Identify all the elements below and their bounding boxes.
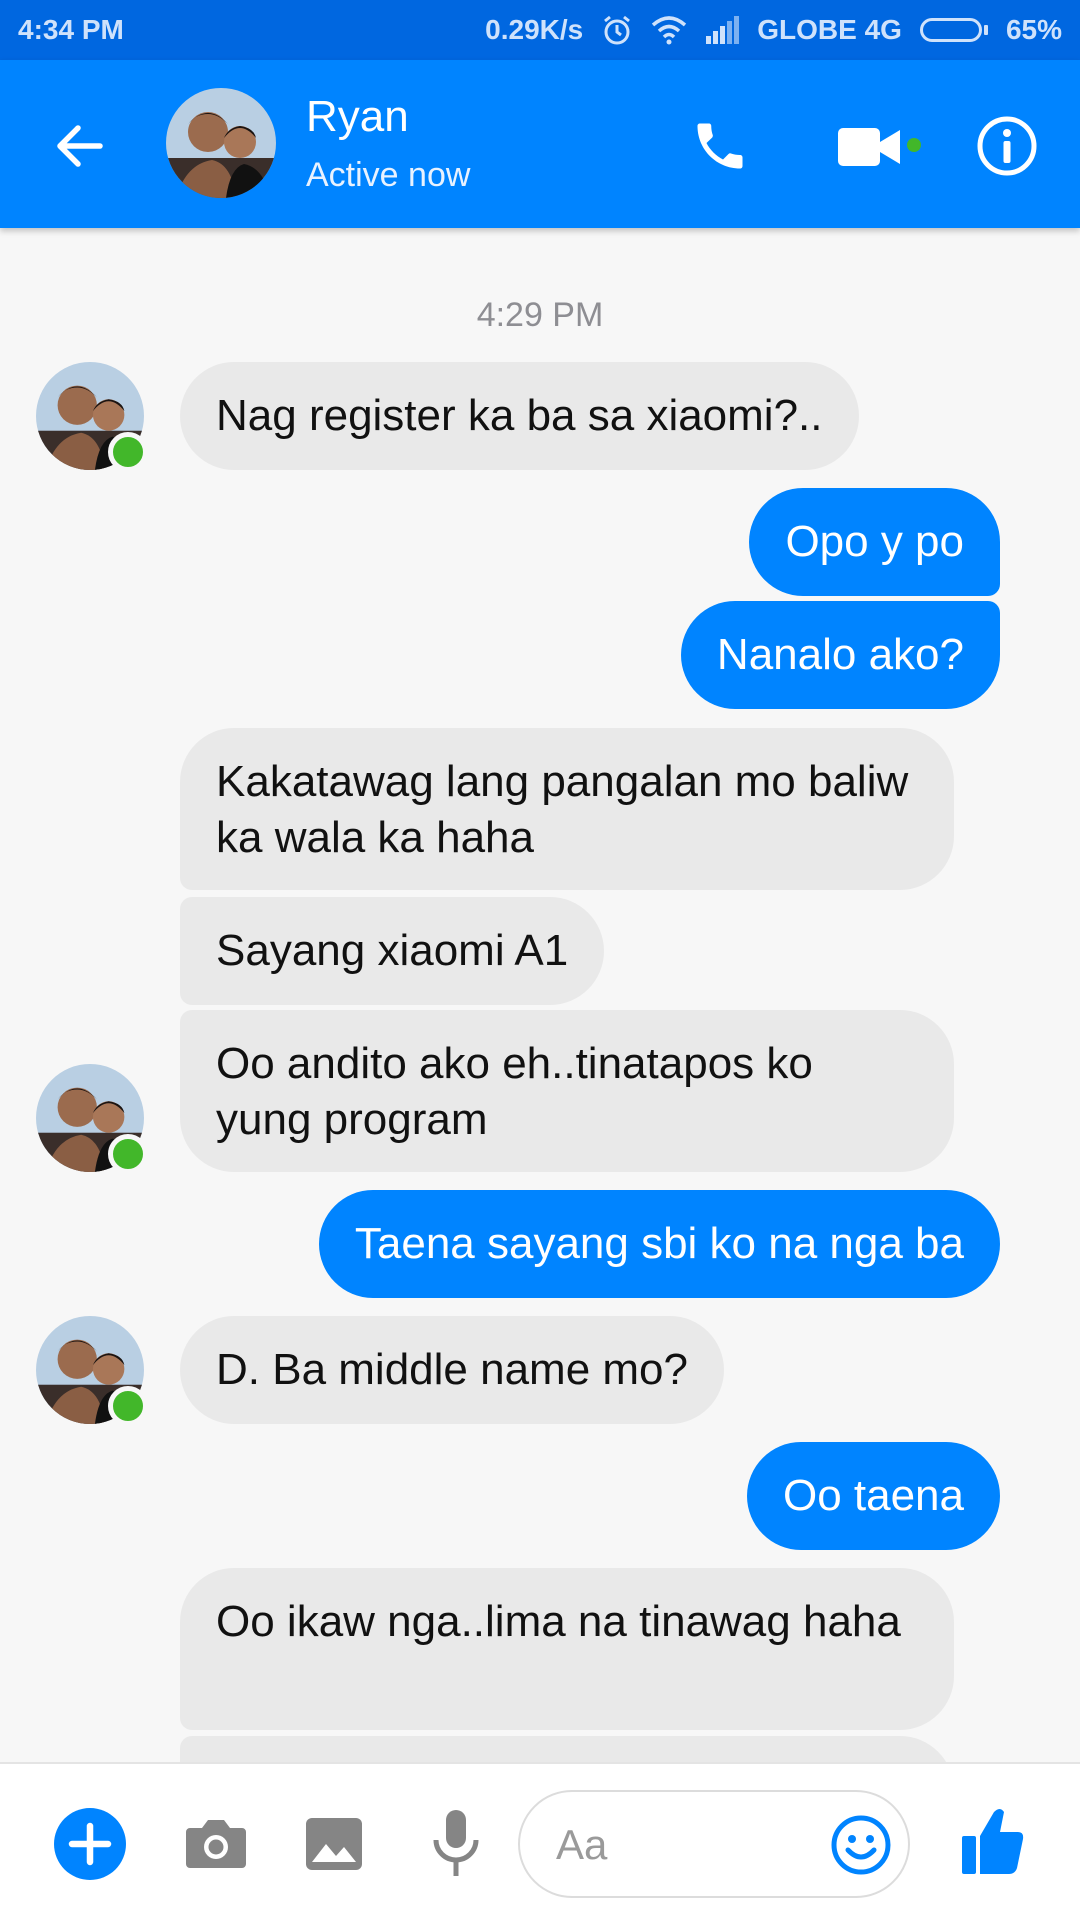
message-input-container[interactable] — [518, 1790, 910, 1898]
message-bubble-incoming[interactable]: Nag register ka ba sa xiaomi?.. — [180, 362, 859, 470]
message-bubble-incoming[interactable]: Sayang xiaomi A1 — [180, 897, 605, 1005]
sender-avatar[interactable] — [36, 1064, 148, 1174]
emoji-icon[interactable] — [830, 1814, 892, 1876]
status-indicators: 0.29K/s GLOBE 4G 65% — [467, 12, 1062, 48]
sender-avatar[interactable] — [36, 1316, 148, 1426]
info-icon[interactable] — [976, 115, 1038, 177]
status-time: 4:34 PM — [18, 14, 124, 45]
online-indicator — [108, 1134, 148, 1174]
message-bubble-incoming[interactable]: Kakatawag lang pangalan mo baliw ka wala… — [180, 728, 954, 890]
message-bubble-outgoing[interactable]: Taena sayang sbi ko na nga ba — [318, 1190, 1000, 1298]
message-timestamp: 4:29 PM — [476, 296, 604, 334]
message-bubble-incoming[interactable]: D. Ba middle name mo? — [180, 1316, 724, 1424]
message-bubble-outgoing[interactable]: Nanalo ako? — [680, 601, 1000, 709]
sender-avatar[interactable] — [36, 362, 148, 472]
back-arrow-icon[interactable] — [52, 118, 108, 174]
status-bar: 4:34 PM 0.29K/s GLOBE 4G 65% — [0, 0, 1080, 60]
network-speed: 0.29K/s — [485, 14, 584, 45]
signal-icon — [705, 16, 740, 44]
microphone-icon[interactable] — [432, 1808, 480, 1880]
contact-name[interactable]: Ryan — [306, 92, 409, 142]
message-composer — [0, 1762, 1080, 1922]
battery-icon — [919, 18, 988, 42]
online-indicator — [108, 1386, 148, 1426]
battery-percent: 65% — [1005, 14, 1062, 45]
message-bubble-outgoing[interactable]: Opo y po — [749, 488, 1000, 596]
thumbs-up-icon[interactable] — [960, 1806, 1026, 1878]
message-input[interactable] — [554, 1814, 808, 1876]
message-bubble-incoming[interactable]: Oo andito ako eh..tinatapos ko yung prog… — [180, 1010, 954, 1172]
conversation-header: Ryan Active now — [0, 60, 1080, 228]
carrier-label: GLOBE 4G — [757, 14, 902, 45]
plus-icon[interactable] — [54, 1808, 126, 1880]
online-indicator — [108, 432, 148, 472]
active-status: Active now — [306, 156, 471, 194]
camera-icon[interactable] — [184, 1814, 248, 1874]
alarm-icon — [601, 14, 633, 46]
message-bubble-outgoing[interactable]: Oo taena — [746, 1442, 1000, 1550]
video-camera-icon[interactable] — [836, 120, 922, 174]
phone-icon[interactable] — [690, 116, 750, 176]
wifi-icon — [651, 15, 687, 45]
message-bubble-incoming[interactable]: Oo ikaw nga..lima na tinawag haha — [180, 1568, 954, 1730]
contact-avatar[interactable] — [166, 88, 276, 198]
gallery-icon[interactable] — [304, 1814, 364, 1874]
